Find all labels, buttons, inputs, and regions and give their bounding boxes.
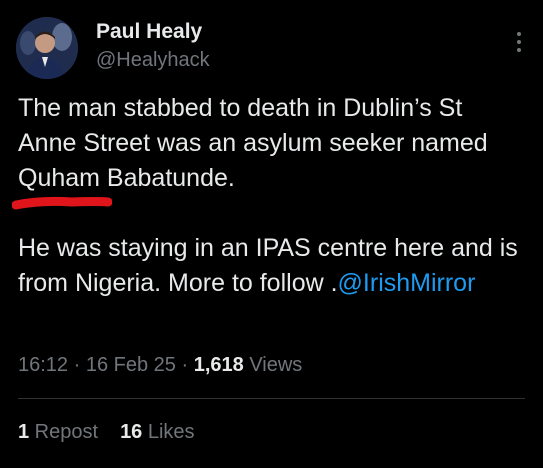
tweet-meta: 16:12 · 16 Feb 25 · 1,618 Views	[18, 354, 303, 376]
more-vertical-icon[interactable]	[517, 32, 523, 52]
red-underline-mark	[12, 196, 112, 210]
avatar[interactable]	[16, 17, 78, 79]
highlighted-name: Quham	[12, 161, 112, 210]
views-label: Views	[243, 354, 303, 376]
divider	[18, 398, 525, 399]
tweet-text: The man stabbed to death in Dublin’s St …	[12, 91, 518, 301]
tweet-paragraph-2: He was staying in an IPAS centre here an…	[18, 231, 518, 301]
tweet-text-end: Babatunde.	[99, 164, 235, 192]
likes-stat[interactable]: 16 Likes	[120, 421, 195, 443]
tweet-text-start: The man stabbed to death in Dublin’s St …	[18, 94, 488, 157]
tweet-stats: 1 Repost 16 Likes	[18, 421, 195, 444]
tweet-card: Paul Healy @Healyhack The man stabbed to…	[0, 0, 543, 468]
author-handle[interactable]: @Healyhack	[96, 49, 210, 72]
mention-link[interactable]: @IrishMirror	[338, 269, 476, 297]
tweet-time[interactable]: 16:12	[18, 354, 68, 376]
reposts-stat[interactable]: 1 Repost	[18, 421, 98, 443]
author-name[interactable]: Paul Healy	[96, 20, 202, 44]
tweet-date[interactable]: 16 Feb 25	[86, 354, 176, 376]
views-count: 1,618	[193, 354, 244, 376]
tweet-paragraph-1: The man stabbed to death in Dublin’s St …	[12, 91, 518, 210]
